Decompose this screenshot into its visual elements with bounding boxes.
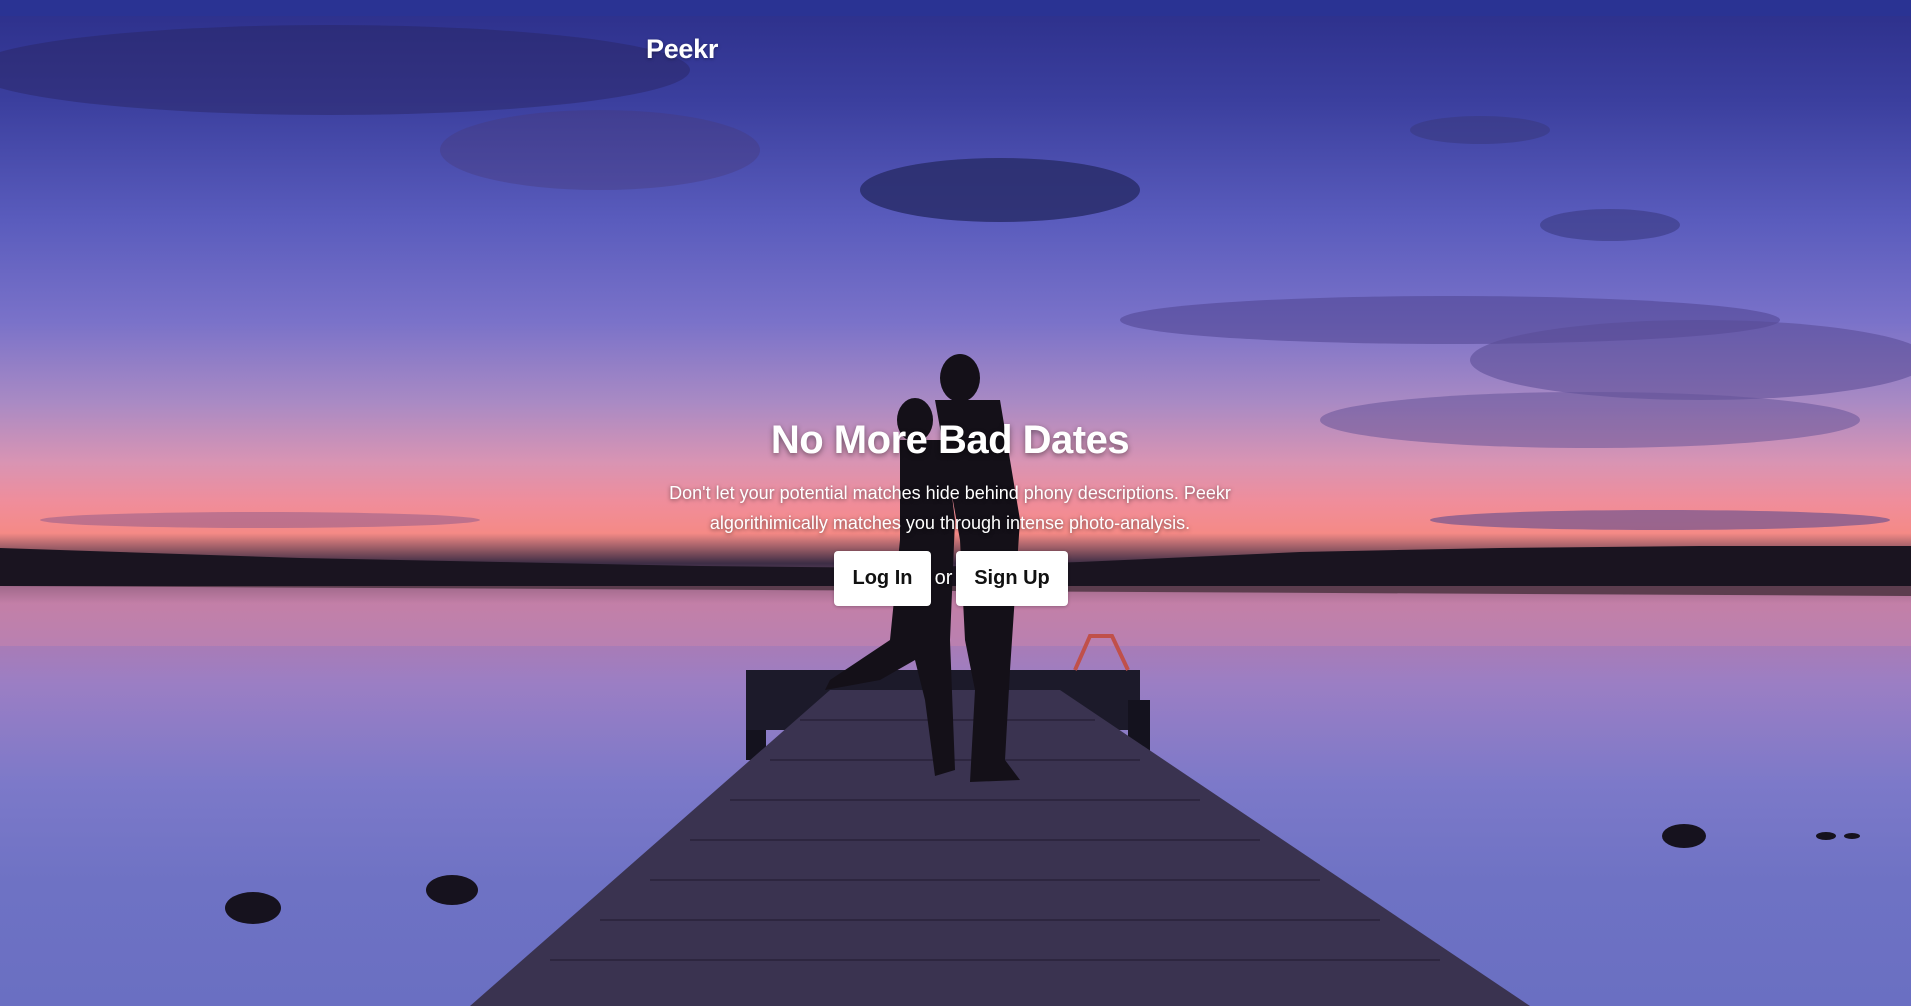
or-separator: or [934, 567, 953, 589]
auth-actions: Log In or Sign Up [834, 551, 1068, 606]
brand-logo[interactable]: Peekr [646, 34, 718, 65]
hero-section: Peekr No More Bad Dates Don't let your p… [0, 0, 1911, 1006]
login-button[interactable]: Log In [834, 551, 931, 606]
hero-headline: No More Bad Dates [770, 418, 1130, 462]
signup-button[interactable]: Sign Up [956, 551, 1068, 606]
hero-tagline: Don't let your potential matches hide be… [669, 483, 1231, 533]
